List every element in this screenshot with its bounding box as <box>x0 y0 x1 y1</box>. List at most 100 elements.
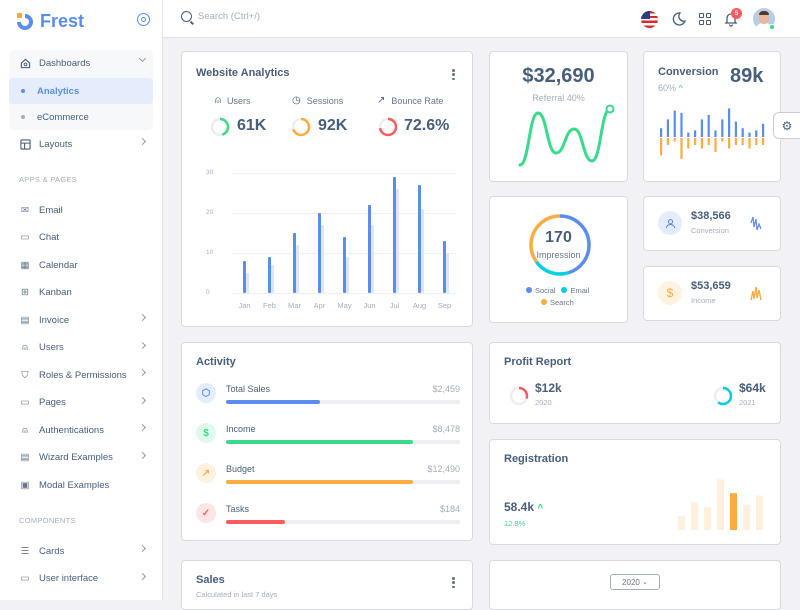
chevron-down-icon: ⌄ <box>642 579 648 586</box>
layout-icon <box>19 138 31 150</box>
x-tick-label: Apr <box>313 301 326 310</box>
x-tick-label: Sep <box>437 301 452 310</box>
sidebar-item-chat[interactable]: ▭ Chat <box>9 225 153 251</box>
bar-secondary-jun <box>370 225 374 293</box>
brand[interactable]: Frest <box>16 10 84 32</box>
user-icon <box>658 211 682 235</box>
sidebar-item-layouts[interactable]: Layouts <box>9 131 153 157</box>
year-select[interactable]: 2020 ⌄ <box>610 574 660 590</box>
metric-label-bounce: ↗ Bounce Rate <box>377 95 444 106</box>
chevron-right-icon <box>138 396 147 404</box>
section-label-apps: APPS & PAGES <box>19 175 78 184</box>
mail-icon: ✉ <box>21 204 29 216</box>
activity-value: $8,478 <box>432 424 460 434</box>
conversion-bar-down <box>660 138 663 156</box>
stat-conversion-value: $38,566 <box>691 210 731 222</box>
conversion-bar-up <box>666 119 669 137</box>
sidebar-item-kanban[interactable]: ⊞ Kanban <box>9 280 153 306</box>
conversion-bar-down <box>666 138 669 145</box>
conversion-bar-down <box>762 138 765 145</box>
conversion-bar-up <box>673 110 676 137</box>
customizer-gear-icon[interactable]: ⚙ <box>773 112 800 139</box>
moon-icon[interactable] <box>671 11 687 27</box>
bar-primary-jul <box>392 177 396 293</box>
conversion-bar-down <box>728 138 731 149</box>
sidebar-item-users[interactable]: ⍝ Users <box>9 335 153 361</box>
bar-primary-apr <box>317 213 321 293</box>
conversion-bar-up <box>707 115 710 137</box>
registration-bar <box>756 495 763 530</box>
sidebar-item-label: Calendar <box>39 259 78 271</box>
registration-change: 12.8% <box>504 519 526 528</box>
sidebar-item-label: Analytics <box>37 85 80 97</box>
x-tick-label: Feb <box>263 301 276 310</box>
home-icon <box>19 57 31 69</box>
activity-icon: $ <box>196 423 216 443</box>
sidebar-item-roles-permissions[interactable]: ⛉ Roles & Permissions <box>9 362 153 388</box>
search-input[interactable]: Search (Ctrl+/) <box>181 11 260 22</box>
sidebar-item-invoice[interactable]: ▤ Invoice <box>9 307 153 333</box>
sidebar-item-cards[interactable]: ☰ Cards <box>9 538 153 564</box>
chevron-right-icon <box>138 368 147 377</box>
arrow-up-icon: ^ <box>678 83 683 93</box>
bar-primary-jan <box>242 261 246 293</box>
sessions-value: 92K <box>318 117 348 134</box>
registration-card: Registration 58.4k ^ 12.8% <box>489 439 781 545</box>
search-icon <box>181 11 192 22</box>
chevron-right-icon <box>138 423 147 432</box>
bullet-icon <box>21 115 25 119</box>
bar-secondary-aug <box>420 209 424 293</box>
activity-progress <box>226 520 460 524</box>
activity-progress <box>226 400 460 404</box>
sidebar-item-modal-examples[interactable]: ▣ Modal Examples <box>9 472 153 498</box>
conversion-bar-up <box>755 130 758 137</box>
sidebar-item-dashboards[interactable]: Dashboards <box>9 50 153 76</box>
stat-income-label: Income <box>691 296 716 305</box>
more-vertical-icon[interactable] <box>452 577 455 588</box>
sidebar-item-pages[interactable]: ▭ Pages <box>9 390 153 416</box>
legend-email: Email <box>561 286 589 295</box>
arrow-up-icon: ^ <box>537 503 544 514</box>
chevron-right-icon <box>138 544 147 553</box>
card-title: Registration <box>504 453 569 465</box>
sidebar-item-label: Users <box>39 342 64 353</box>
activity-card: Activity ⬡ Total Sales $2,459 $ Income $8,478… <box>181 342 473 541</box>
sidebar-item-ecommerce[interactable]: eCommerce <box>9 104 153 130</box>
conversion-bar-up <box>700 119 703 137</box>
language-flag-icon[interactable] <box>641 11 658 28</box>
x-tick-label: Jan <box>238 301 251 310</box>
referral-line <box>518 107 612 167</box>
bounce-value: 72.6% <box>404 117 450 134</box>
sidebar-item-analytics[interactable]: Analytics <box>9 78 153 104</box>
bar-secondary-mar <box>295 245 299 293</box>
impression-card: 170 Impression Social Email Search <box>489 196 628 323</box>
x-tick-label: Jun <box>363 301 376 310</box>
sidebar-item-label: Dashboards <box>39 57 91 69</box>
sidebar-item-label: Email <box>39 204 63 216</box>
cards-icon: ☰ <box>20 545 30 557</box>
apps-grid-icon[interactable] <box>697 11 713 27</box>
conversion-bar-down <box>680 138 683 159</box>
sidebar-item-label: Roles & Permissions <box>39 369 127 381</box>
registration-bar-chart <box>678 479 763 530</box>
sidebar-item-label: Modal Examples <box>39 479 110 491</box>
sidebar-item-wizard-examples[interactable]: ▤ Wizard Examples <box>9 445 153 471</box>
sidebar-item-authentications[interactable]: ⍝ Authentications <box>9 417 153 443</box>
sidebar-toggle-icon[interactable] <box>137 13 150 26</box>
sidebar-item-calendar[interactable]: ▦ Calendar <box>9 252 153 278</box>
impression-value: 170 <box>545 229 572 246</box>
bullet-icon <box>21 89 25 93</box>
chevron-down-icon <box>138 54 147 63</box>
user-icon: ⍝ <box>22 342 28 353</box>
metric-label-sessions: ◷ Sessions <box>292 95 344 106</box>
conversion-bar-up <box>734 121 737 137</box>
website-analytics-card: Website Analytics ⍝ Users ◷ Sessions ↗ Boun… <box>181 51 473 327</box>
sidebar-item-user-interface[interactable]: ▭ User interface <box>9 566 153 592</box>
profit-2020-value: $12k <box>535 381 562 395</box>
card-title: Activity <box>196 356 236 368</box>
sidebar-item-label: Layouts <box>39 138 73 150</box>
more-vertical-icon[interactable] <box>452 69 455 80</box>
sidebar-item-email[interactable]: ✉ Email <box>9 197 153 223</box>
sidebar: Frest Dashboards Analytics eCommerce Lay… <box>0 0 163 600</box>
user-check-icon: ⍝ <box>22 424 28 436</box>
